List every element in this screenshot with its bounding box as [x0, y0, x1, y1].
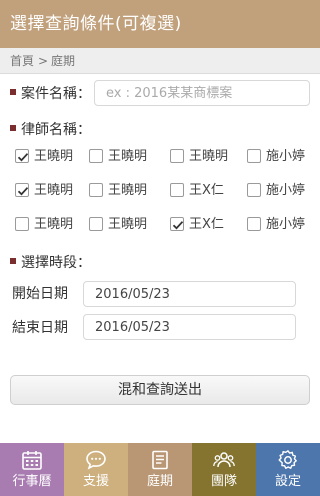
lawyer-checkbox-label: 施小婷 — [266, 149, 306, 164]
submit-query-button[interactable]: 混和查詢送出 — [10, 375, 310, 405]
checkbox-unchecked[interactable] — [247, 183, 261, 197]
gear-icon — [278, 450, 297, 469]
page-header: 選擇查詢條件(可複選) — [0, 0, 320, 48]
section-bullet-icon — [10, 258, 16, 264]
lawyer-checkbox-label: 王曉明 — [34, 149, 74, 164]
team-icon — [213, 452, 235, 468]
tab-court-dates[interactable]: 庭期 — [128, 443, 192, 496]
page-title: 選擇查詢條件(可複選) — [10, 14, 182, 34]
calendar-icon — [22, 451, 42, 470]
lawyer-checkbox-label: 王曉明 — [108, 149, 148, 164]
lawyer-checkbox-label: 施小婷 — [266, 183, 306, 198]
tab-support[interactable]: 支援 — [64, 443, 128, 496]
start-date-input[interactable] — [83, 281, 296, 307]
lawyer-checkbox-label: 王曉明 — [34, 217, 74, 232]
breadcrumb-home-link[interactable]: 首頁 — [10, 54, 34, 68]
document-icon — [152, 450, 168, 470]
tab-team-label: 團隊 — [210, 474, 237, 489]
checkbox-checked[interactable] — [170, 217, 184, 231]
checkbox-unchecked[interactable] — [170, 149, 184, 163]
case-name-label: 案件名稱： — [10, 85, 91, 103]
case-name-input[interactable] — [94, 80, 310, 106]
period-label: 選擇時段： — [10, 254, 91, 272]
lawyer-name-label: 律師名稱： — [10, 121, 91, 139]
section-bullet-icon — [10, 89, 16, 95]
checkbox-unchecked[interactable] — [15, 217, 29, 231]
tab-court-dates-label: 庭期 — [146, 474, 173, 489]
lawyer-checkbox-label: 王X仁 — [189, 183, 224, 198]
checkbox-unchecked[interactable] — [89, 217, 103, 231]
tab-team[interactable]: 團隊 — [192, 443, 256, 496]
checkmark-icon — [17, 153, 29, 162]
checkmark-icon — [172, 221, 184, 230]
checkbox-unchecked[interactable] — [89, 149, 103, 163]
lawyer-checkbox-label: 王曉明 — [108, 183, 148, 198]
lawyer-checkbox-label: 王曉明 — [108, 217, 148, 232]
checkbox-checked[interactable] — [15, 149, 29, 163]
chat-bubble-icon — [86, 450, 106, 470]
bottom-tab-bar: 行事曆 支援 庭期 團隊 設定 — [0, 443, 320, 496]
breadcrumb-current: 庭期 — [51, 54, 76, 68]
breadcrumb-separator: > — [38, 54, 49, 68]
case-name-label-text: 案件名稱： — [21, 86, 91, 102]
tab-calendar[interactable]: 行事曆 — [0, 443, 64, 496]
checkbox-unchecked[interactable] — [247, 149, 261, 163]
checkbox-unchecked[interactable] — [89, 183, 103, 197]
lawyer-checkbox-label: 王X仁 — [189, 217, 224, 232]
tab-settings[interactable]: 設定 — [256, 443, 320, 496]
tab-calendar-label: 行事曆 — [12, 474, 52, 489]
lawyer-checkbox-label: 施小婷 — [266, 217, 306, 232]
section-bullet-icon — [10, 125, 16, 131]
start-date-label: 開始日期 — [12, 286, 68, 302]
lawyer-checkbox-label: 王曉明 — [189, 149, 229, 164]
checkmark-icon — [17, 187, 29, 196]
tab-support-label: 支援 — [82, 474, 109, 489]
end-date-label: 結束日期 — [12, 320, 68, 336]
lawyer-name-label-text: 律師名稱： — [21, 122, 91, 138]
lawyer-checkbox-label: 王曉明 — [34, 183, 74, 198]
end-date-input[interactable] — [83, 314, 296, 340]
checkbox-unchecked[interactable] — [170, 183, 184, 197]
checkbox-checked[interactable] — [15, 183, 29, 197]
period-label-text: 選擇時段： — [21, 255, 91, 271]
breadcrumb: 首頁 > 庭期 — [0, 48, 320, 74]
tab-settings-label: 設定 — [274, 474, 301, 489]
checkbox-unchecked[interactable] — [247, 217, 261, 231]
